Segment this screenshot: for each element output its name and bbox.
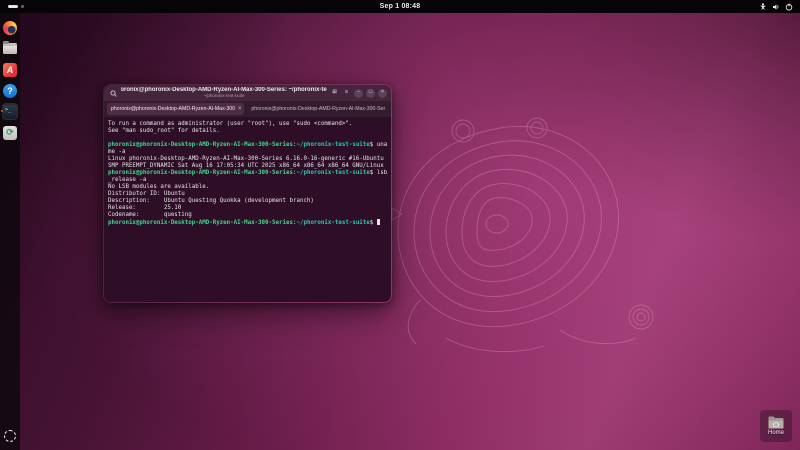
terminal-line: Release: 25.10 (108, 205, 387, 212)
terminal-line: No LSB modules are available. (108, 184, 387, 191)
terminal-window: phoronix@phoronix-Desktop-AMD-Ryzen-AI-M… (103, 84, 392, 303)
terminal-line: phoronix@phoronix-Desktop-AMD-Ryzen-AI-M… (108, 170, 387, 177)
dock-item-firefox[interactable] (0, 17, 20, 38)
firefox-icon (3, 21, 17, 35)
new-tab-button[interactable]: ⊞ (330, 89, 339, 98)
desktop-home-folder[interactable]: Home (760, 410, 792, 442)
home-folder-label: Home (768, 430, 784, 436)
dock-item-terminal[interactable]: >_ (0, 101, 20, 122)
window-title-group: phoronix@phoronix-Desktop-AMD-Ryzen-AI-M… (121, 87, 327, 99)
accessibility-icon[interactable] (759, 3, 767, 11)
dock-item-help[interactable]: ? (0, 80, 20, 101)
window-subtitle: ~/phoronix-test-suite (204, 94, 245, 99)
search-icon[interactable] (108, 88, 118, 98)
terminal-titlebar[interactable]: phoronix@phoronix-Desktop-AMD-Ryzen-AI-M… (104, 85, 391, 101)
terminal-tabbar: phoronix@phoronix-Desktop-AMD-Ryzen-AI-M… (104, 101, 391, 117)
power-icon[interactable] (785, 3, 793, 11)
terminal-line: phoronix@phoronix-Desktop-AMD-Ryzen-AI-M… (108, 219, 387, 227)
show-apps-button[interactable] (4, 430, 16, 442)
terminal-cursor (377, 219, 380, 225)
tab-label: phoronix@phoronix-Desktop-AMD-Ryzen-AI-M… (111, 106, 235, 112)
menu-button[interactable]: ≡ (342, 89, 351, 98)
tab-label: phoronix@phoronix-Desktop-AMD-Ryzen-AI-M… (251, 106, 385, 112)
terminal-line: Description: Ubuntu Questing Quokka (dev… (108, 198, 387, 205)
terminal-line: me -a (108, 149, 387, 156)
minimize-button[interactable]: − (354, 89, 363, 98)
terminal-tab-inactive[interactable]: phoronix@phoronix-Desktop-AMD-Ryzen-AI-M… (247, 103, 388, 115)
terminal-line: Distributor ID: Ubuntu (108, 191, 387, 198)
terminal-output[interactable]: To run a command as administrator (user … (104, 117, 391, 303)
ubuntu-dock: A ? >_ ⟳ (0, 13, 20, 450)
close-button[interactable]: × (378, 89, 387, 98)
terminal-icon: >_ (3, 105, 17, 119)
terminal-line: _release -a (108, 177, 387, 184)
terminal-line (108, 135, 387, 142)
terminal-line: Codename: questing (108, 212, 387, 219)
gnome-top-bar: Sep 1 08:48 (0, 0, 800, 13)
terminal-line: SMP PREEMPT_DYNAMIC Sat Aug 16 17:05:34 … (108, 163, 387, 170)
volume-icon[interactable] (772, 3, 780, 11)
software-updater-icon: ⟳ (3, 126, 17, 140)
dock-item-app-center[interactable]: A (0, 59, 20, 80)
terminal-line: See "man sudo_root" for details. (108, 128, 387, 135)
home-folder-icon (768, 416, 784, 429)
terminal-tab-active[interactable]: phoronix@phoronix-Desktop-AMD-Ryzen-AI-M… (107, 103, 244, 115)
system-status-area[interactable] (759, 3, 800, 11)
terminal-line: phoronix@phoronix-Desktop-AMD-Ryzen-AI-M… (108, 142, 387, 149)
clock[interactable]: Sep 1 08:48 (0, 3, 800, 10)
terminal-line: Linux phoronix-Desktop-AMD-Ryzen-AI-Max-… (108, 156, 387, 163)
maximize-button[interactable]: □ (366, 89, 375, 98)
tab-close-icon[interactable]: × (238, 106, 242, 112)
files-folder-icon (3, 43, 17, 54)
terminal-line: To run a command as administrator (user … (108, 121, 387, 128)
dock-item-software-updater[interactable]: ⟳ (0, 122, 20, 143)
dock-item-files[interactable] (0, 38, 20, 59)
help-icon: ? (3, 84, 17, 98)
app-center-icon: A (3, 63, 17, 77)
